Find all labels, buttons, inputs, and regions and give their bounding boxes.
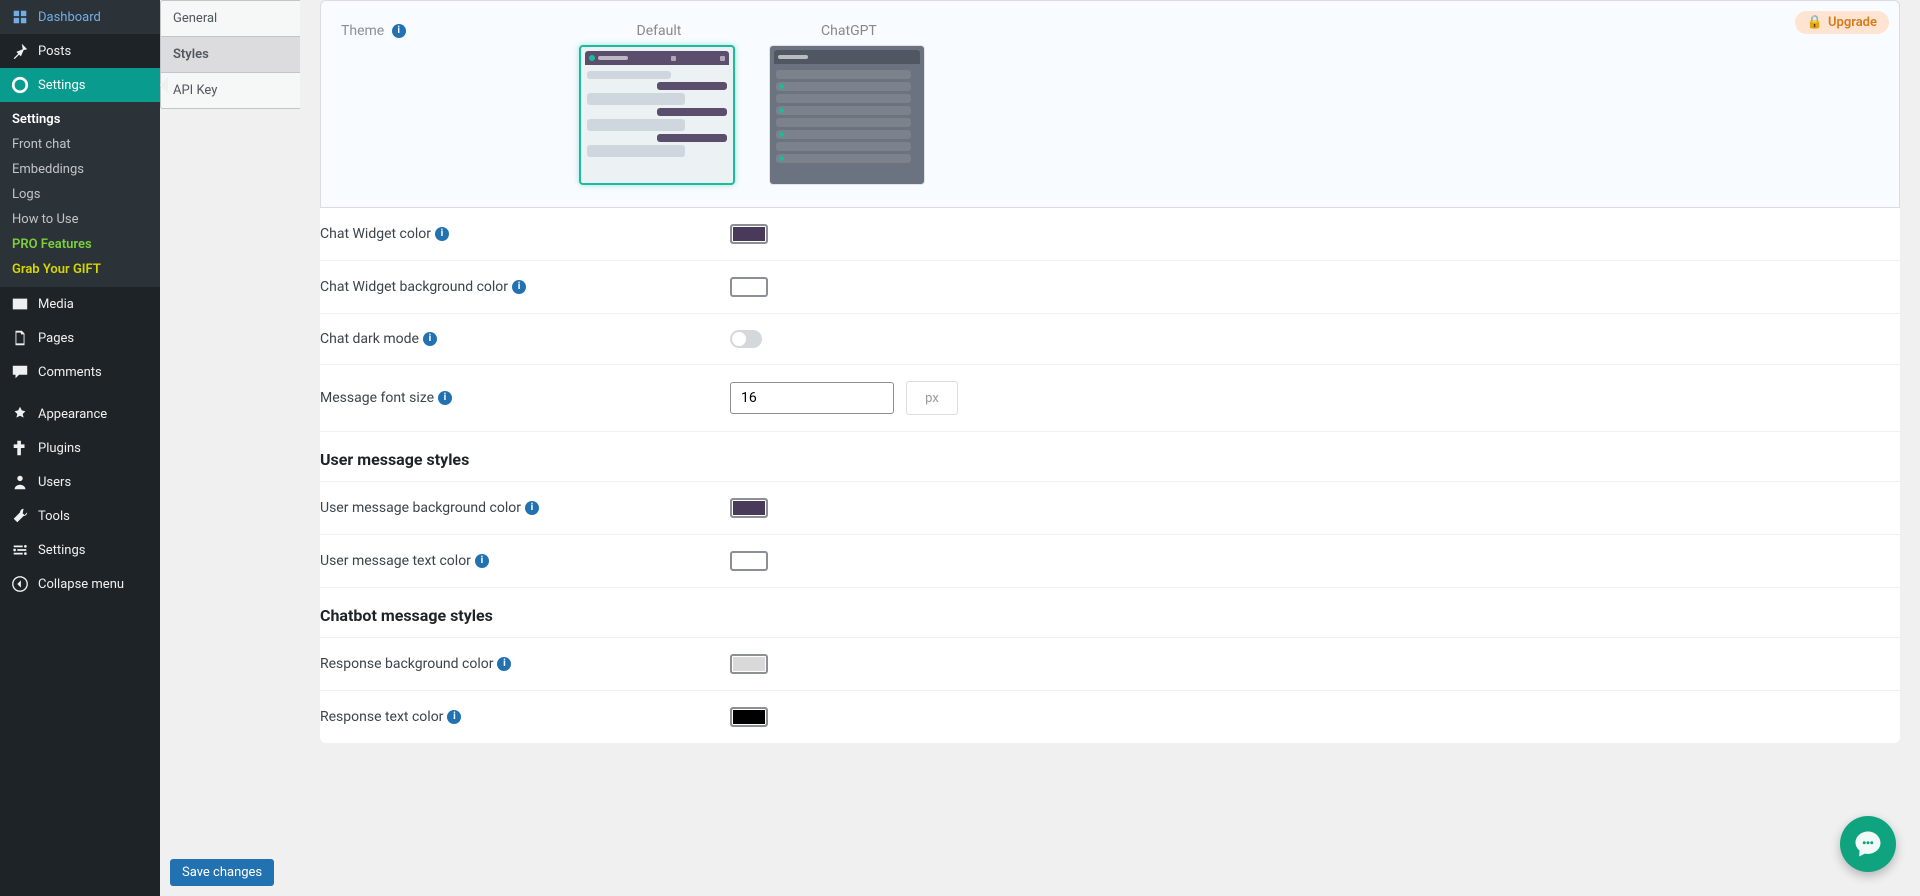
menu-users[interactable]: Users <box>0 465 160 499</box>
plugins-icon <box>10 438 30 458</box>
tools-icon <box>10 506 30 526</box>
theme-default-preview <box>579 45 735 185</box>
submenu-howto[interactable]: How to Use <box>0 207 160 232</box>
color-chat-widget[interactable] <box>730 224 768 244</box>
info-icon[interactable]: i <box>438 391 452 405</box>
submenu-settings[interactable]: Settings <box>0 107 160 132</box>
color-response-text[interactable] <box>730 707 768 727</box>
row-font-size: Message font sizei px <box>320 365 1900 432</box>
input-font-size[interactable] <box>730 382 894 414</box>
lock-icon: 🔒 <box>1807 15 1823 30</box>
theme-option-chatgpt[interactable]: ChatGPT <box>769 23 929 185</box>
chat-icon <box>1853 829 1883 859</box>
theme-chatgpt-preview <box>769 45 925 185</box>
submenu-pro[interactable]: PRO Features <box>0 232 160 257</box>
main-content: General Styles API Key 🔒 Upgrade Theme i… <box>160 0 1920 823</box>
color-user-text[interactable] <box>730 551 768 571</box>
submenu-gift[interactable]: Grab Your GIFT <box>0 257 160 282</box>
collapse-icon <box>10 574 30 594</box>
collapse-menu[interactable]: Collapse menu <box>0 567 160 601</box>
admin-sidebar: Dashboard Posts Settings Settings Front … <box>0 0 160 896</box>
menu-label: Collapse menu <box>38 577 124 592</box>
menu-label: Dashboard <box>38 10 101 25</box>
info-icon[interactable]: i <box>392 24 406 38</box>
plugin-icon <box>10 75 30 95</box>
color-chat-widget-bg[interactable] <box>730 277 768 297</box>
menu-pages[interactable]: Pages <box>0 321 160 355</box>
row-response-bg: Response background colori <box>320 638 1900 691</box>
theme-option-default[interactable]: Default <box>579 23 739 185</box>
theme-section: 🔒 Upgrade Theme i Default <box>320 0 1900 208</box>
row-response-text: Response text colori <box>320 691 1900 743</box>
menu-label: Posts <box>38 44 71 59</box>
menu-label: Tools <box>38 509 70 524</box>
theme-label: Theme i <box>341 23 406 39</box>
color-user-bg[interactable] <box>730 498 768 518</box>
submenu-logs[interactable]: Logs <box>0 182 160 207</box>
info-icon[interactable]: i <box>475 554 489 568</box>
pages-icon <box>10 328 30 348</box>
upgrade-button[interactable]: 🔒 Upgrade <box>1795 11 1889 34</box>
info-icon[interactable]: i <box>447 710 461 724</box>
tab-styles[interactable]: Styles <box>160 36 300 72</box>
menu-label: Pages <box>38 331 74 346</box>
media-icon <box>10 294 30 314</box>
menu-appearance[interactable]: Appearance <box>0 397 160 431</box>
comments-icon <box>10 362 30 382</box>
menu-comments[interactable]: Comments <box>0 355 160 389</box>
menu-label: Settings <box>38 78 85 93</box>
menu-plugins[interactable]: Plugins <box>0 431 160 465</box>
menu-label: Appearance <box>38 407 107 422</box>
info-icon[interactable]: i <box>423 332 437 346</box>
tab-general[interactable]: General <box>160 0 300 36</box>
chat-widget-button[interactable] <box>1840 816 1896 872</box>
menu-plugin-settings[interactable]: Settings <box>0 68 160 102</box>
toggle-dark-mode[interactable] <box>730 330 762 348</box>
menu-dashboard[interactable]: Dashboard <box>0 0 160 34</box>
tab-api-key[interactable]: API Key <box>160 72 300 109</box>
section-user-styles: User message styles <box>320 432 1900 481</box>
info-icon[interactable]: i <box>497 657 511 671</box>
save-bar: Save changes <box>170 859 274 886</box>
dashboard-icon <box>10 7 30 27</box>
submenu-embeddings[interactable]: Embeddings <box>0 157 160 182</box>
menu-media[interactable]: Media <box>0 287 160 321</box>
info-icon[interactable]: i <box>525 501 539 515</box>
settings-panel: 🔒 Upgrade Theme i Default <box>320 0 1900 743</box>
submenu-front-chat[interactable]: Front chat <box>0 132 160 157</box>
row-user-bg: User message background colori <box>320 482 1900 535</box>
menu-label: Comments <box>38 365 102 380</box>
menu-label: Media <box>38 297 74 312</box>
pin-icon <box>10 41 30 61</box>
menu-settings[interactable]: Settings <box>0 533 160 567</box>
menu-label: Plugins <box>38 441 81 456</box>
users-icon <box>10 472 30 492</box>
save-button[interactable]: Save changes <box>170 859 274 886</box>
info-icon[interactable]: i <box>435 227 449 241</box>
unit-px: px <box>906 381 958 415</box>
color-response-bg[interactable] <box>730 654 768 674</box>
info-icon[interactable]: i <box>512 280 526 294</box>
section-bot-styles: Chatbot message styles <box>320 588 1900 637</box>
menu-label: Users <box>38 475 71 490</box>
upgrade-label: Upgrade <box>1828 15 1877 30</box>
settings-icon <box>10 540 30 560</box>
submenu: Settings Front chat Embeddings Logs How … <box>0 102 160 287</box>
row-chat-widget-bg: Chat Widget background colori <box>320 261 1900 314</box>
settings-tabs: General Styles API Key <box>160 0 300 743</box>
menu-posts[interactable]: Posts <box>0 34 160 68</box>
row-dark-mode: Chat dark modei <box>320 314 1900 365</box>
appearance-icon <box>10 404 30 424</box>
row-user-text: User message text colori <box>320 535 1900 588</box>
menu-tools[interactable]: Tools <box>0 499 160 533</box>
row-chat-widget-color: Chat Widget colori <box>320 208 1900 261</box>
menu-label: Settings <box>38 543 85 558</box>
